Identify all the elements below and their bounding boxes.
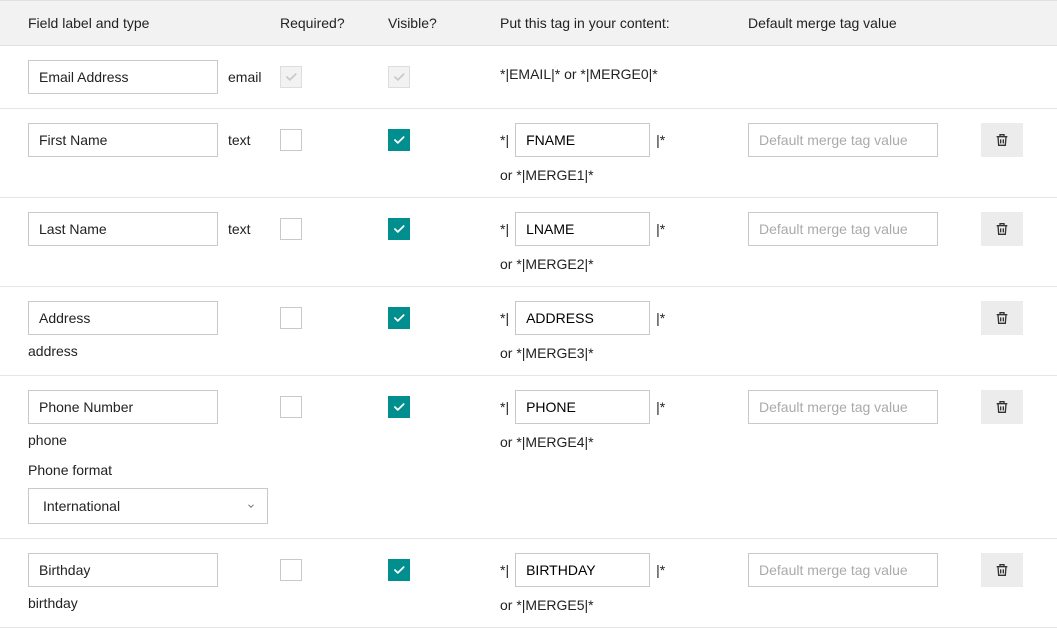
merge-tag-input[interactable]	[515, 123, 650, 157]
table-row: email *|EMAIL|* or *|MERGE0|*	[0, 46, 1057, 109]
required-checkbox	[280, 66, 302, 88]
header-default: Default merge tag value	[748, 15, 973, 31]
field-label-input[interactable]	[28, 301, 218, 335]
merge-tag-alt: or *|MERGE5|*	[500, 597, 748, 613]
table-row: birthday *| |* or *|MERGE5|*	[0, 539, 1057, 628]
merge-tag-alt: or *|MERGE2|*	[500, 256, 748, 272]
required-checkbox[interactable]	[280, 559, 302, 581]
header-required: Required?	[280, 15, 388, 31]
phone-format-label: Phone format	[28, 462, 280, 478]
merge-tag-prefix: *|	[500, 132, 509, 148]
field-label-input[interactable]	[28, 60, 218, 94]
field-type-label: phone	[28, 432, 280, 448]
required-checkbox[interactable]	[280, 218, 302, 240]
merge-tag-alt: or *|MERGE1|*	[500, 167, 748, 183]
merge-tag-input[interactable]	[515, 553, 650, 587]
merge-tag-input[interactable]	[515, 212, 650, 246]
phone-format-select[interactable]: International	[28, 488, 268, 524]
default-value-input[interactable]	[748, 123, 938, 157]
field-type-label: birthday	[28, 595, 280, 611]
field-label-input[interactable]	[28, 390, 218, 424]
header-tag: Put this tag in your content:	[500, 15, 748, 31]
merge-tag-suffix: |*	[656, 132, 665, 148]
visible-checkbox[interactable]	[388, 307, 410, 329]
required-checkbox[interactable]	[280, 396, 302, 418]
header-label: Field label and type	[0, 15, 280, 31]
merge-tag-prefix: *|	[500, 310, 509, 326]
merge-tag-suffix: |*	[656, 399, 665, 415]
visible-checkbox[interactable]	[388, 129, 410, 151]
table-header-row: Field label and type Required? Visible? …	[0, 0, 1057, 46]
table-row: phone Phone format International *| |* or *|M…	[0, 376, 1057, 539]
merge-tag-text: *|EMAIL|* or *|MERGE0|*	[500, 66, 748, 82]
field-type-label: email	[228, 69, 261, 85]
field-label-input[interactable]	[28, 123, 218, 157]
delete-button[interactable]	[981, 123, 1023, 157]
merge-tag-input[interactable]	[515, 301, 650, 335]
merge-tag-alt: or *|MERGE3|*	[500, 345, 748, 361]
default-value-input[interactable]	[748, 553, 938, 587]
merge-tag-prefix: *|	[500, 562, 509, 578]
visible-checkbox[interactable]	[388, 396, 410, 418]
table-row: text *| |* or *|MERGE1|*	[0, 109, 1057, 198]
merge-tag-suffix: |*	[656, 310, 665, 326]
default-value-input[interactable]	[748, 390, 938, 424]
field-type-label: address	[28, 343, 280, 359]
trash-icon	[994, 398, 1010, 416]
visible-checkbox	[388, 66, 410, 88]
merge-tag-suffix: |*	[656, 221, 665, 237]
delete-button[interactable]	[981, 553, 1023, 587]
trash-icon	[994, 131, 1010, 149]
merge-tag-prefix: *|	[500, 221, 509, 237]
table-row: text *| |* or *|MERGE2|*	[0, 198, 1057, 287]
header-visible: Visible?	[388, 15, 500, 31]
merge-tag-suffix: |*	[656, 562, 665, 578]
field-type-label: text	[228, 132, 251, 148]
merge-tag-prefix: *|	[500, 399, 509, 415]
trash-icon	[994, 561, 1010, 579]
required-checkbox[interactable]	[280, 307, 302, 329]
trash-icon	[994, 220, 1010, 238]
delete-button[interactable]	[981, 301, 1023, 335]
default-value-input[interactable]	[748, 212, 938, 246]
field-label-input[interactable]	[28, 212, 218, 246]
table-row: address *| |* or *|MERGE3|*	[0, 287, 1057, 376]
visible-checkbox[interactable]	[388, 559, 410, 581]
field-type-label: text	[228, 221, 251, 237]
required-checkbox[interactable]	[280, 129, 302, 151]
merge-tag-input[interactable]	[515, 390, 650, 424]
trash-icon	[994, 309, 1010, 327]
field-label-input[interactable]	[28, 553, 218, 587]
merge-fields-table: Field label and type Required? Visible? …	[0, 0, 1057, 628]
visible-checkbox[interactable]	[388, 218, 410, 240]
delete-button[interactable]	[981, 390, 1023, 424]
delete-button[interactable]	[981, 212, 1023, 246]
merge-tag-alt: or *|MERGE4|*	[500, 434, 748, 450]
